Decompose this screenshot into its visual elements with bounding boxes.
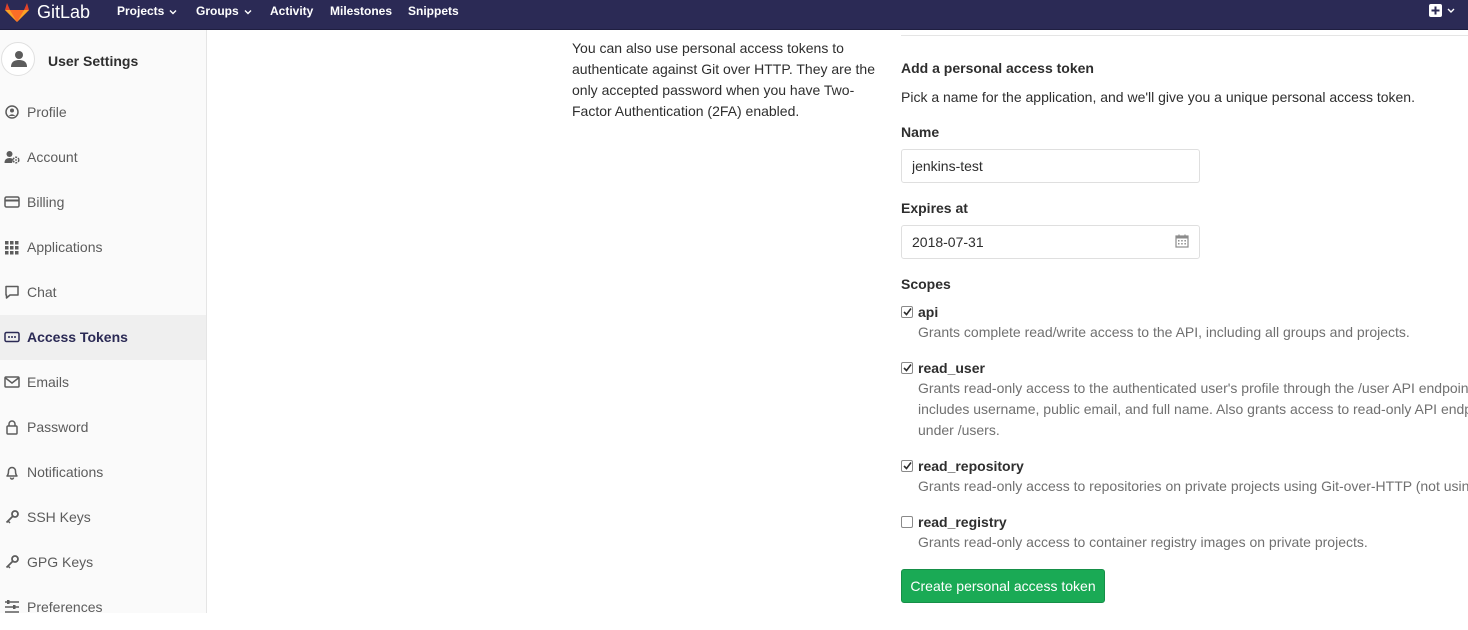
chevron-down-icon [244, 9, 252, 15]
scope-read-registry-checkbox[interactable] [901, 516, 913, 528]
scope-read-user-checkbox[interactable] [901, 362, 913, 374]
sidebar-item-label: SSH Keys [27, 509, 91, 525]
profile-icon [5, 105, 19, 119]
sidebar-item-label: Notifications [27, 464, 104, 480]
nav-projects-label: Projects [117, 4, 165, 18]
checkmark-icon [903, 462, 912, 470]
scope-read-user-desc: includes username, public email, and ful… [918, 401, 1468, 417]
sidebar-item-preferences[interactable]: Preferences [0, 585, 206, 630]
intro-line: Factor Authentication (2FA) enabled. [572, 103, 800, 119]
nav-groups-label: Groups [196, 4, 239, 18]
scope-read-user-desc: under /users. [918, 422, 1000, 438]
scope-api-name: api [918, 304, 939, 320]
token-name-input[interactable] [901, 149, 1200, 183]
top-navbar: GitLab Projects Groups Activity Mileston… [0, 0, 1468, 30]
intro-line: only accepted password when you have Two… [572, 82, 855, 98]
nav-milestones[interactable]: Milestones [330, 4, 392, 18]
name-label: Name [901, 124, 940, 140]
scope-read-repository-desc: Grants read-only access to repositories … [918, 478, 1468, 494]
expires-at-input[interactable] [901, 225, 1200, 259]
sidebar-item-label: Access Tokens [27, 329, 128, 345]
sidebar-item-emails[interactable]: Emails [0, 360, 206, 405]
new-item-dropdown-icon[interactable] [1428, 3, 1460, 19]
scope-read-repository-name: read_repository [918, 458, 1024, 474]
sidebar-item-label: Applications [27, 239, 103, 255]
sidebar-item-label: Account [27, 149, 78, 165]
scope-read-registry-desc: Grants read-only access to container reg… [918, 534, 1368, 550]
section-divider [901, 35, 1468, 36]
checkmark-icon [903, 364, 912, 372]
credit-card-icon [4, 196, 20, 208]
token-icon [4, 331, 20, 343]
bell-icon [6, 466, 18, 480]
brand-name[interactable]: GitLab [37, 1, 90, 23]
create-token-button[interactable]: Create personal access token [901, 569, 1105, 603]
scope-read-user-name: read_user [918, 360, 985, 376]
sidebar-item-password[interactable]: Password [0, 405, 206, 450]
sidebar-item-chat[interactable]: Chat [0, 270, 206, 315]
scopes-label: Scopes [901, 276, 951, 292]
sidebar-item-label: Password [27, 419, 89, 435]
settings-sidebar: User Settings Profile Account Billing Ap… [0, 30, 207, 615]
sidebar-item-account[interactable]: Account [0, 135, 206, 180]
account-gear-icon [4, 151, 20, 164]
sidebar-item-label: Profile [27, 104, 67, 120]
nav-groups[interactable]: Groups [196, 4, 253, 18]
scope-read-registry-name: read_registry [918, 514, 1007, 530]
sidebar-item-profile[interactable]: Profile [0, 90, 206, 135]
sidebar-item-access-tokens[interactable]: Access Tokens [0, 315, 206, 360]
sidebar-item-label: GPG Keys [27, 554, 94, 570]
scope-api-checkbox[interactable] [901, 306, 913, 318]
sidebar-item-applications[interactable]: Applications [0, 225, 206, 270]
scope-read-repository-checkbox[interactable] [901, 460, 913, 472]
intro-line: authenticate against Git over HTTP. They… [572, 61, 875, 77]
expires-label: Expires at [901, 200, 968, 216]
nav-projects[interactable]: Projects [117, 4, 178, 18]
key-icon [5, 555, 19, 569]
sidebar-item-gpg-keys[interactable]: GPG Keys [0, 540, 206, 585]
scope-read-user-desc: Grants read-only access to the authentic… [918, 380, 1468, 396]
grid-icon [5, 241, 19, 255]
comment-icon [5, 285, 19, 299]
form-help-text: Pick a name for the application, and we'… [901, 89, 1415, 105]
key-icon [5, 510, 19, 524]
sidebar-item-notifications[interactable]: Notifications [0, 450, 206, 495]
sidebar-title: User Settings [48, 53, 139, 69]
nav-snippets[interactable]: Snippets [408, 4, 459, 18]
access-tokens-intro: You can also use personal access tokens … [572, 38, 882, 122]
sidebar-item-label: Chat [27, 284, 57, 300]
chevron-down-icon [169, 9, 177, 15]
gitlab-logo-icon[interactable] [4, 1, 30, 23]
avatar [1, 42, 35, 76]
form-heading: Add a personal access token [901, 60, 1094, 76]
scope-api-desc: Grants complete read/write access to the… [918, 324, 1410, 340]
lock-icon [6, 420, 18, 435]
calendar-icon[interactable] [1175, 234, 1189, 248]
intro-line: You can also use personal access tokens … [572, 40, 844, 56]
sidebar-item-label: Emails [27, 374, 70, 390]
sidebar-item-label: Billing [27, 194, 65, 210]
envelope-icon [4, 376, 20, 388]
sidebar-item-ssh-keys[interactable]: SSH Keys [0, 495, 206, 540]
checkmark-icon [903, 308, 912, 316]
user-icon [11, 51, 27, 67]
nav-activity[interactable]: Activity [270, 4, 313, 18]
sidebar-item-billing[interactable]: Billing [0, 180, 206, 225]
